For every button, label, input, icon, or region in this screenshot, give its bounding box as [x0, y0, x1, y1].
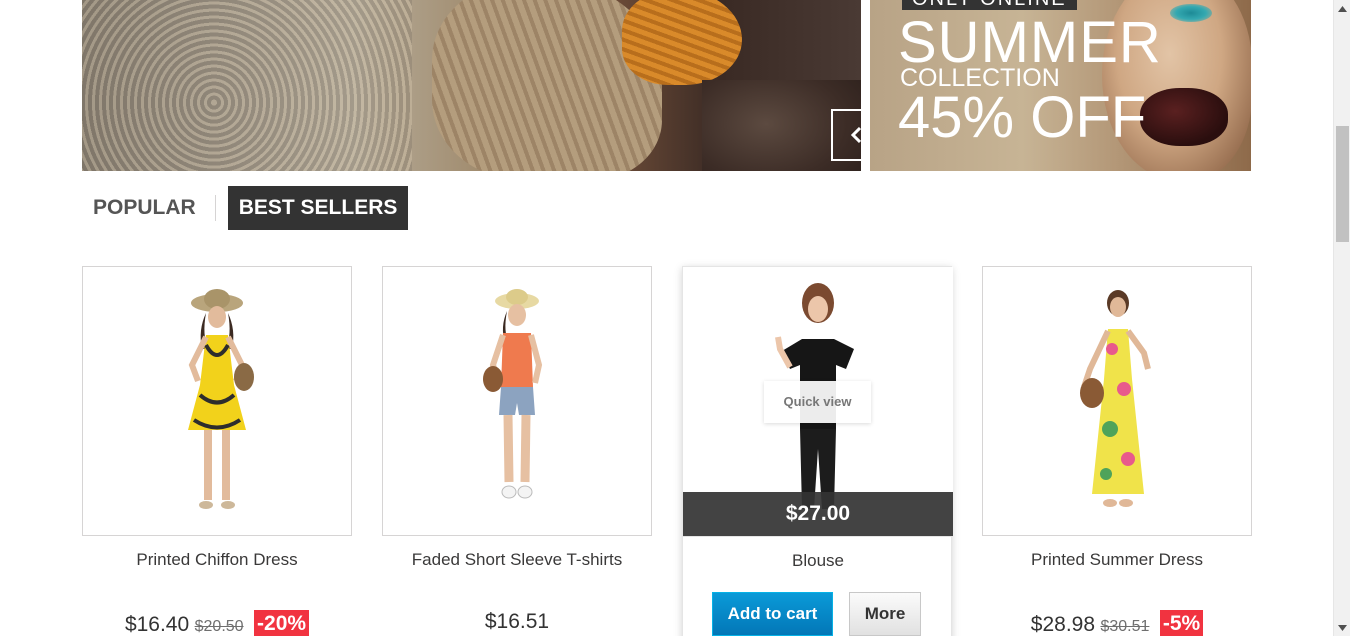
scroll-up-arrow-icon[interactable]: [1334, 0, 1350, 17]
add-to-cart-button[interactable]: Add to cart: [712, 592, 833, 636]
chevron-left-icon: [850, 126, 861, 144]
homepage-slider: [82, 0, 861, 171]
product-card[interactable]: Printed Chiffon Dress $16.40 $20.50 -20%: [82, 266, 352, 636]
promo-offer: 45% OFF: [898, 85, 1147, 150]
product-name[interactable]: Faded Short Sleeve T-shirts: [382, 550, 652, 570]
promo-sunglasses-image: [1140, 88, 1228, 146]
tab-popular[interactable]: POPULAR: [82, 186, 207, 230]
product-image-link[interactable]: [382, 266, 652, 536]
product-image-link[interactable]: Quick view $27.00: [683, 267, 953, 537]
product-image-link[interactable]: [982, 266, 1252, 536]
promo-banner-summer[interactable]: ONLY ONLINE SUMMER COLLECTION 45% OFF: [870, 0, 1251, 171]
product-card[interactable]: Printed Summer Dress $28.98 $30.51 -5%: [982, 266, 1252, 636]
slider-image-mitten: [622, 0, 742, 85]
product-tabs: POPULAR BEST SELLERS: [82, 186, 409, 230]
product-prices: $28.98 $30.51 -5%: [982, 610, 1252, 636]
scroll-down-arrow-icon[interactable]: [1334, 619, 1350, 636]
product-name[interactable]: Printed Chiffon Dress: [82, 550, 352, 570]
discount-badge: -20%: [254, 610, 310, 636]
product-image-faded-short-sleeve-tshirt: [483, 289, 543, 499]
product-old-price: $30.51: [1100, 618, 1150, 635]
slider-nav: [831, 109, 861, 161]
product-name[interactable]: Printed Summer Dress: [982, 550, 1252, 570]
product-old-price: $20.50: [194, 618, 244, 635]
product-prices: $16.51: [382, 610, 652, 634]
discount-badge: -5%: [1159, 610, 1204, 636]
promo-tag: ONLY ONLINE: [902, 0, 1077, 10]
tab-divider: [214, 195, 216, 221]
product-card-hovered[interactable]: Quick view $27.00 Blouse Add to cart Mor…: [682, 266, 953, 636]
tab-best-sellers[interactable]: BEST SELLERS: [227, 186, 409, 230]
product-price: $16.40: [124, 613, 190, 636]
product-price: $28.98: [1030, 613, 1096, 636]
quick-view-button[interactable]: Quick view: [764, 381, 871, 423]
hover-price-bar: $27.00: [683, 492, 953, 536]
slider-prev-button[interactable]: [831, 109, 861, 161]
page-scrollbar[interactable]: [1333, 0, 1350, 636]
product-name[interactable]: Blouse: [683, 551, 953, 571]
more-button[interactable]: More: [849, 592, 921, 636]
scrollbar-thumb[interactable]: [1336, 126, 1349, 242]
product-card[interactable]: Faded Short Sleeve T-shirts $16.51: [382, 266, 652, 636]
product-image-printed-chiffon-dress: [188, 289, 254, 509]
product-image-printed-summer-dress: [1080, 290, 1151, 507]
product-prices: $16.40 $20.50 -20%: [82, 610, 352, 636]
slider-image-dried-flowers: [82, 0, 412, 171]
promo-model-eyeshadow: [1170, 4, 1212, 22]
product-price: $16.51: [484, 610, 550, 633]
product-image-link[interactable]: [82, 266, 352, 536]
